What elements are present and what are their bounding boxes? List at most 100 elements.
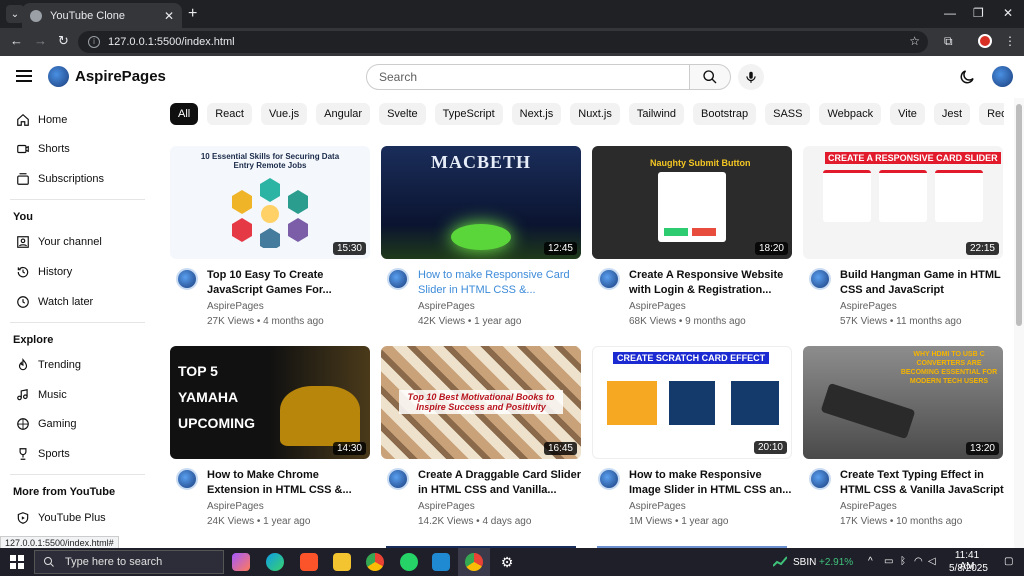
video-title[interactable]: Create A Draggable Card Slider in HTML C… [418,468,583,498]
bookmark-star-icon[interactable]: ☆ [909,34,920,48]
channel-name[interactable]: AspirePages [418,301,475,312]
video-title[interactable]: How to Make Chrome Extension in HTML CSS… [207,468,372,498]
clock-date[interactable]: 5/8/2025 [949,563,988,574]
menu-icon[interactable] [16,70,32,82]
logo-icon[interactable] [48,66,69,87]
channel-name[interactable]: AspirePages [840,501,897,512]
video-card[interactable]: WHY HDMI TO USB C CONVERTERS ARE BECOMIN… [803,346,1004,527]
video-title[interactable]: How to make Responsive Card Slider in HT… [418,268,583,298]
sidebar-item-gaming[interactable]: Gaming [16,414,77,434]
sidebar-item-your-channel[interactable]: Your channel [16,232,102,252]
video-thumbnail[interactable]: Naughty Submit Button 18:20 [592,146,792,259]
chip-svelte[interactable]: Svelte [379,103,426,125]
wifi-icon[interactable]: ◠ [914,556,923,567]
notifications-icon[interactable]: ▢ [1004,556,1013,567]
scrollbar-thumb[interactable] [1016,104,1022,326]
chrome-icon[interactable] [366,553,384,571]
video-card[interactable]: Naughty Submit Button 18:20 Create A Res… [592,146,792,327]
video-card[interactable]: TOP 5 YAMAHA UPCOMING 14:30 How to Make … [170,346,370,527]
chip-webpack[interactable]: Webpack [819,103,882,125]
chip-tailwind[interactable]: Tailwind [628,103,685,125]
video-card[interactable]: CREATE A RESPONSIVE CARD SLIDER 22:15 Bu… [803,146,1003,327]
channel-avatar[interactable] [809,268,831,290]
video-title[interactable]: How to make Responsive Image Slider in H… [629,468,794,498]
sidebar-item-sports[interactable]: Sports [16,444,70,464]
bluetooth-icon[interactable]: ᛒ [900,556,906,567]
chip-angular[interactable]: Angular [316,103,371,125]
profile-icon[interactable] [978,34,992,48]
maximize-icon[interactable]: ❐ [973,6,984,20]
sidebar-item-watch-later[interactable]: Watch later [16,292,93,312]
new-tab-icon[interactable]: + [188,5,197,23]
search-button[interactable] [689,64,731,90]
search-input[interactable] [366,64,690,90]
video-thumbnail[interactable]: CREATE A RESPONSIVE CARD SLIDER 22:15 [803,146,1003,259]
channel-avatar[interactable] [809,468,831,490]
chip-vite[interactable]: Vite [890,103,925,125]
channel-name[interactable]: AspirePages [207,301,264,312]
chip-vue[interactable]: Vue.js [260,103,308,125]
video-card[interactable]: 10 Essential Skills for Securing Data En… [170,146,370,327]
copilot-icon[interactable] [232,553,250,571]
video-thumbnail[interactable]: CREATE SCRATCH CARD EFFECT 20:10 [592,346,792,459]
brand-name[interactable]: AspirePages [75,68,166,85]
chip-sass[interactable]: SASS [765,103,811,125]
channel-name[interactable]: AspirePages [840,301,897,312]
sidebar-item-subscriptions[interactable]: Subscriptions [16,169,104,189]
channel-name[interactable]: AspirePages [418,501,475,512]
windows-start-icon[interactable] [10,555,24,569]
channel-name[interactable]: AspirePages [207,501,264,512]
window-close-icon[interactable]: ✕ [1003,6,1013,20]
whatsapp-icon[interactable] [400,553,418,571]
tab-close-icon[interactable]: ✕ [164,9,174,23]
brave-icon[interactable] [300,553,318,571]
sidebar-item-history[interactable]: History [16,262,72,282]
back-icon[interactable]: ← [10,33,23,48]
browser-menu-icon[interactable]: ⋮ [1004,34,1016,48]
video-thumbnail[interactable]: WHY HDMI TO USB C CONVERTERS ARE BECOMIN… [803,346,1003,459]
video-thumbnail[interactable]: Top 10 Best Motivational Books to Inspir… [381,346,581,459]
channel-avatar[interactable] [176,268,198,290]
chip-bootstrap[interactable]: Bootstrap [693,103,757,125]
file-explorer-icon[interactable] [333,553,351,571]
extensions-icon[interactable]: ⧉ [944,34,953,49]
channel-name[interactable]: AspirePages [629,301,686,312]
volume-icon[interactable]: ◁ [928,556,936,567]
vscode-icon[interactable] [432,553,450,571]
tray-chevron-icon[interactable]: ^ [868,556,873,567]
sidebar-item-home[interactable]: Home [16,110,67,130]
minimize-icon[interactable]: — [944,6,956,20]
chrome-active-icon[interactable] [465,553,483,571]
chip-react[interactable]: React [207,103,252,125]
video-thumbnail[interactable]: TOP 5 YAMAHA UPCOMING 14:30 [170,346,370,459]
battery-icon[interactable]: ▭ [884,556,893,567]
browser-tab[interactable]: YouTube Clone ✕ [22,3,182,28]
video-card[interactable]: Top 10 Best Motivational Books to Inspir… [381,346,581,527]
voice-search-button[interactable] [738,64,764,90]
channel-avatar[interactable] [387,268,409,290]
chip-typescript[interactable]: TypeScript [434,103,503,125]
video-title[interactable]: Top 10 Easy To Create JavaScript Games F… [207,268,372,298]
edge-icon[interactable] [266,553,284,571]
stock-change[interactable]: +2.91% [819,557,853,568]
forward-icon[interactable]: → [34,33,47,48]
channel-avatar[interactable] [598,468,620,490]
taskbar-search[interactable]: Type here to search [34,550,224,574]
stock-name[interactable]: SBIN [793,557,816,568]
address-bar[interactable]: i 127.0.0.1:5500/index.html ☆ [78,31,928,53]
reload-icon[interactable]: ↻ [58,33,69,49]
site-info-icon[interactable]: i [88,36,100,48]
video-title[interactable]: Create Text Typing Effect in HTML CSS & … [840,468,1005,498]
sidebar-item-music[interactable]: Music [16,385,67,405]
sidebar-item-shorts[interactable]: Shorts [16,139,70,159]
user-avatar[interactable] [992,66,1013,87]
channel-name[interactable]: AspirePages [629,501,686,512]
chip-redux[interactable]: Redux [979,103,1004,125]
video-thumbnail[interactable]: MACBETH 12:45 [381,146,581,259]
video-card[interactable]: MACBETH 12:45 How to make Responsive Car… [381,146,581,327]
chip-all[interactable]: All [170,103,199,125]
channel-avatar[interactable] [387,468,409,490]
video-thumbnail[interactable]: 10 Essential Skills for Securing Data En… [170,146,370,259]
video-title[interactable]: Create A Responsive Website with Login &… [629,268,794,298]
sidebar-item-trending[interactable]: Trending [16,355,81,375]
